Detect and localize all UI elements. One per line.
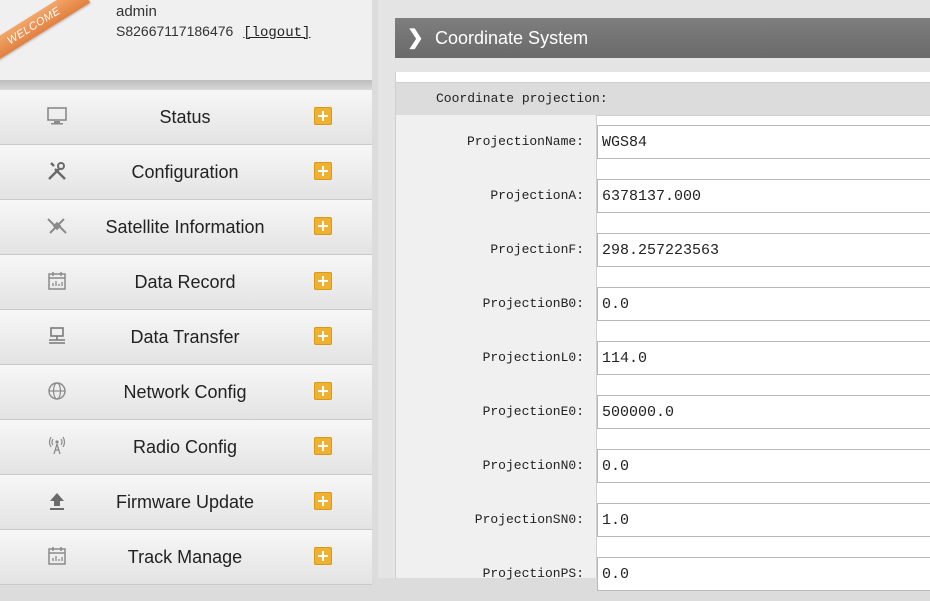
field-label: ProjectionB0: (482, 296, 584, 311)
subsection-title: Coordinate projection: (436, 91, 608, 106)
projection-sn0-input[interactable] (597, 503, 930, 537)
menu-item-radio-config[interactable]: Radio Config (0, 420, 372, 475)
expand-plus-icon[interactable] (314, 492, 332, 510)
menu-item-network-config[interactable]: Network Config (0, 365, 372, 420)
menu-divider (0, 80, 372, 90)
field-label: ProjectionA: (490, 188, 584, 203)
projection-name-input[interactable] (597, 125, 930, 159)
expand-plus-icon[interactable] (314, 162, 332, 180)
section-header: ❯ Coordinate System (395, 18, 930, 58)
projection-n0-input[interactable] (597, 449, 930, 483)
content-area: ❯ Coordinate System Coordinate projectio… (378, 0, 930, 591)
field-label: ProjectionSN0: (474, 512, 584, 527)
antenna-icon (45, 434, 69, 458)
form-row-projection-a: ProjectionA: (396, 169, 930, 223)
menu-label: Data Transfer (130, 327, 240, 347)
projection-a-input[interactable] (597, 179, 930, 213)
form-row-projection-n0: ProjectionN0: (396, 439, 930, 493)
form-row-projection-l0: ProjectionL0: (396, 331, 930, 385)
expand-plus-icon[interactable] (314, 547, 332, 565)
menu-label: Satellite Information (105, 217, 265, 237)
upload-icon (45, 489, 69, 513)
expand-plus-icon[interactable] (314, 217, 332, 235)
projection-e0-input[interactable] (597, 395, 930, 429)
username: admin (116, 3, 157, 20)
menu-label: Data Record (134, 272, 236, 292)
expand-plus-icon[interactable] (314, 382, 332, 400)
menu-item-status[interactable]: Status (0, 90, 372, 145)
form-row-projection-sn0: ProjectionSN0: (396, 493, 930, 547)
menu-item-firmware-update[interactable]: Firmware Update (0, 475, 372, 530)
welcome-ribbon: WELCOME (0, 0, 91, 67)
field-label: ProjectionN0: (482, 458, 584, 473)
expand-plus-icon[interactable] (314, 107, 332, 125)
form-row-projection-ps: ProjectionPS: (396, 547, 930, 601)
network-computer-icon (45, 324, 69, 348)
menu-item-data-transfer[interactable]: Data Transfer (0, 310, 372, 365)
menu-item-track-manage[interactable]: Track Manage (0, 530, 372, 585)
chevron-right-icon: ❯ (407, 27, 424, 49)
projection-l0-input[interactable] (597, 341, 930, 375)
projection-f-input[interactable] (597, 233, 930, 267)
calendar-icon (45, 269, 69, 293)
field-label: ProjectionPS: (482, 566, 584, 581)
field-label: ProjectionName: (466, 134, 584, 149)
calendar-icon (45, 544, 69, 568)
satellite-icon (45, 214, 69, 238)
projection-b0-input[interactable] (597, 287, 930, 321)
main-menu: Status Configuration Satellite Informati… (0, 90, 372, 585)
tools-icon (45, 159, 69, 183)
expand-plus-icon[interactable] (314, 272, 332, 290)
menu-item-configuration[interactable]: Configuration (0, 145, 372, 200)
menu-label: Track Manage (127, 547, 243, 567)
logout-link[interactable]: [logout] (243, 25, 310, 41)
section-title: Coordinate System (435, 28, 589, 48)
menu-label: Network Config (123, 382, 247, 402)
subsection-header: Coordinate projection: (396, 82, 930, 116)
coordinate-panel: Coordinate projection: ProjectionName: P… (395, 72, 930, 591)
user-serial-line: S82667117186476 [logout] (116, 23, 310, 41)
form-row-projection-b0: ProjectionB0: (396, 277, 930, 331)
field-label: ProjectionL0: (482, 350, 584, 365)
menu-label: Radio Config (132, 437, 238, 457)
form-row-projection-name: ProjectionName: (396, 115, 930, 169)
monitor-icon (45, 104, 69, 128)
sidebar: WELCOME admin S82667117186476 [logout] S… (0, 0, 372, 585)
projection-ps-input[interactable] (597, 557, 930, 591)
expand-plus-icon[interactable] (314, 437, 332, 455)
field-label: ProjectionF: (490, 242, 584, 257)
device-serial: S82667117186476 (116, 23, 234, 39)
globe-icon (45, 379, 69, 403)
form-row-projection-e0: ProjectionE0: (396, 385, 930, 439)
menu-label: Status (159, 107, 211, 127)
expand-plus-icon[interactable] (314, 327, 332, 345)
field-label: ProjectionE0: (482, 404, 584, 419)
menu-label: Configuration (131, 162, 239, 182)
menu-item-data-record[interactable]: Data Record (0, 255, 372, 310)
menu-label: Firmware Update (115, 492, 255, 512)
form-row-projection-f: ProjectionF: (396, 223, 930, 277)
user-panel: WELCOME admin S82667117186476 [logout] (0, 0, 372, 81)
menu-item-satellite-information[interactable]: Satellite Information (0, 200, 372, 255)
